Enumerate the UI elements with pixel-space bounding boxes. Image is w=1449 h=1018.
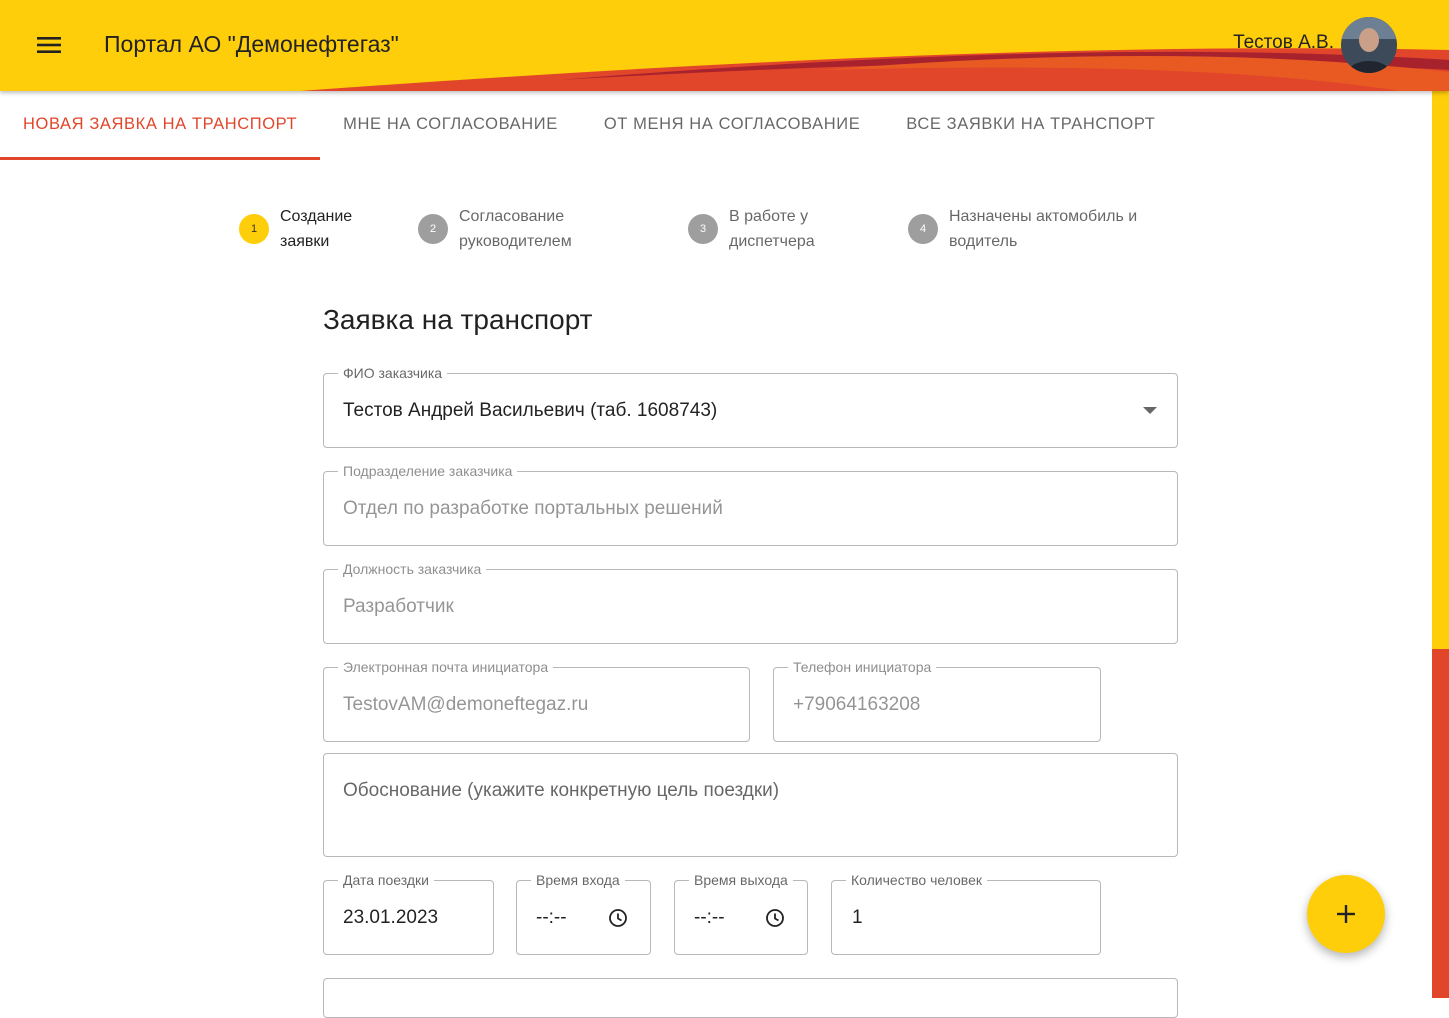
next-field-partial[interactable] — [323, 978, 1178, 1018]
side-stripe-yellow — [1432, 91, 1449, 649]
side-stripe-red — [1432, 649, 1449, 998]
people-count-input[interactable]: Количество человек 1 — [831, 871, 1101, 955]
step-4: 4 Назначены актомобиль и водитель — [908, 204, 1137, 254]
menu-icon — [37, 37, 61, 53]
step-label: Создание заявки — [280, 208, 353, 250]
customer-name-select[interactable]: ФИО заказчика Тестов Андрей Васильевич (… — [323, 364, 1178, 448]
email-value: TestovAM@demoneftegaz.ru — [343, 693, 589, 715]
email-label: Электронная почта инициатора — [338, 658, 554, 676]
phone-label: Телефон инициатора — [788, 658, 937, 676]
entry-time-label: Время входа — [531, 871, 625, 889]
tab-all-requests[interactable]: Все заявки на транспорт — [883, 91, 1178, 160]
people-count-label: Количество человек — [846, 871, 987, 889]
phone-field: Телефон инициатора +79064163208 — [773, 658, 1101, 742]
step-number: 2 — [418, 214, 448, 244]
customer-name-label: ФИО заказчика — [338, 364, 448, 382]
email-field: Электронная почта инициатора TestovAM@de… — [323, 658, 750, 742]
tab-sent-for-approval[interactable]: От меня на согласование — [581, 91, 883, 160]
step-number: 3 — [688, 214, 718, 244]
position-label: Должность заказчика — [338, 560, 487, 578]
reason-placeholder: Обоснование (укажите конкретную цель пое… — [343, 780, 780, 801]
app-title: Портал АО "Демонефтегаз" — [104, 31, 399, 57]
clock-icon[interactable] — [608, 908, 628, 928]
tab-bar: Новая заявка на транспорт Мне на согласо… — [0, 91, 1178, 160]
step-3: 3 В работе у диспетчера — [688, 204, 815, 254]
reason-textarea[interactable]: Обоснование (укажите конкретную цель пое… — [323, 753, 1178, 857]
user-name[interactable]: Тестов А.В. — [1233, 32, 1334, 54]
step-number: 4 — [908, 214, 938, 244]
add-fab-button[interactable] — [1307, 875, 1385, 953]
user-avatar-icon — [1341, 17, 1397, 73]
department-value: Отдел по разработке портальных решений — [343, 497, 723, 519]
step-number: 1 — [239, 214, 269, 244]
step-1: 1 Создание заявки — [239, 204, 352, 254]
exit-time-input[interactable]: Время выхода --:-- — [674, 871, 808, 955]
step-label: В работе у диспетчера — [729, 208, 815, 250]
position-field: Должность заказчика Разработчик — [323, 560, 1178, 644]
entry-time-input[interactable]: Время входа --:-- — [516, 871, 651, 955]
dropdown-arrow-icon[interactable] — [1143, 406, 1157, 415]
exit-time-value: --:-- — [694, 906, 725, 928]
department-label: Подразделение заказчика — [338, 462, 518, 480]
people-count-value: 1 — [852, 906, 863, 928]
entry-time-value: --:-- — [536, 906, 567, 928]
trip-date-value: 23.01.2023 — [343, 906, 439, 928]
user-avatar[interactable] — [1341, 17, 1397, 73]
customer-name-value: Тестов Андрей Васильевич (таб. 1608743) — [343, 399, 718, 421]
department-field: Подразделение заказчика Отдел по разрабо… — [323, 462, 1178, 546]
plus-icon — [1337, 905, 1355, 923]
step-label: Согласование руководителем — [459, 208, 572, 250]
form-title: Заявка на транспорт — [323, 304, 593, 335]
tab-for-my-approval[interactable]: Мне на согласование — [320, 91, 581, 160]
position-value: Разработчик — [343, 595, 454, 617]
app-header: Портал АО "Демонефтегаз" Тестов А.В. — [0, 0, 1449, 91]
tab-new-request[interactable]: Новая заявка на транспорт — [0, 91, 321, 160]
trip-date-input[interactable]: Дата поездки 23.01.2023 — [323, 871, 494, 955]
exit-time-label: Время выхода — [689, 871, 793, 889]
menu-button[interactable] — [26, 24, 72, 66]
step-2: 2 Согласование руководителем — [418, 204, 572, 254]
step-label: Назначены актомобиль и водитель — [949, 208, 1138, 250]
clock-icon[interactable] — [765, 908, 785, 928]
phone-value: +79064163208 — [793, 693, 921, 715]
trip-date-label: Дата поездки — [338, 871, 434, 889]
